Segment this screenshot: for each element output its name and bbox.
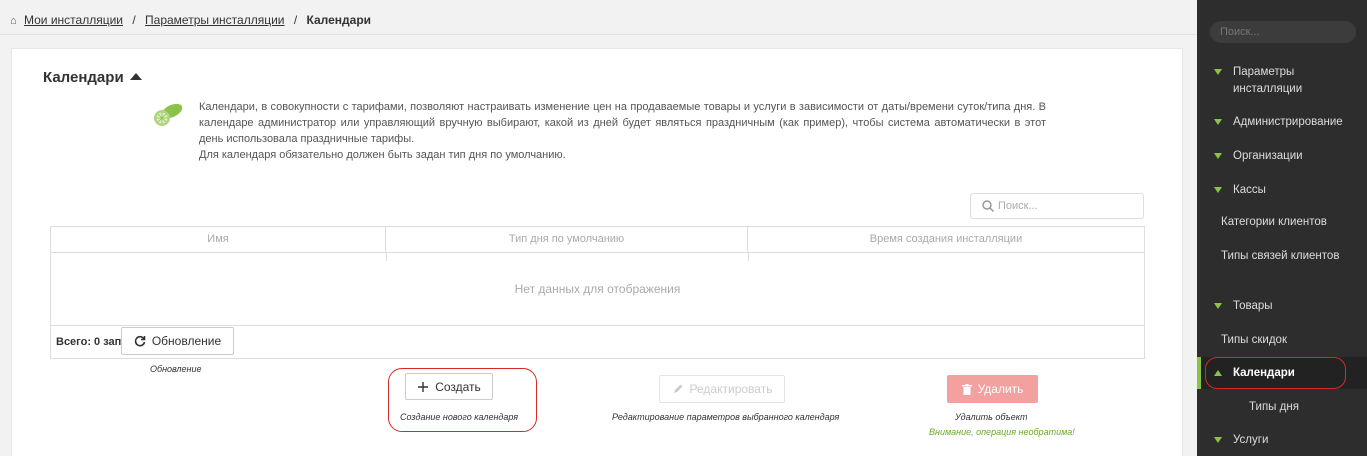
panel-title-text: Календари [43, 69, 124, 86]
chevron-down-icon [1214, 437, 1222, 443]
chevron-down-icon [1214, 187, 1222, 193]
delete-warning: Внимание, операция необратима! [929, 427, 1075, 437]
sidebar-item-client-categories[interactable]: Категории клиентов [1197, 214, 1367, 231]
sidebar-item-services[interactable]: Услуги [1197, 432, 1367, 449]
edit-button[interactable]: Редактировать [659, 375, 785, 403]
sidebar-item-label: Категории клиентов [1221, 216, 1327, 228]
sidebar-item-label: Кассы [1233, 184, 1266, 196]
description-paragraph: Календари, в совокупности с тарифами, по… [199, 101, 1046, 145]
sidebar-item-discount-types[interactable]: Типы скидок [1197, 332, 1367, 349]
sidebar-search-placeholder: Поиск... [1220, 26, 1260, 38]
create-highlight-annotation [388, 368, 537, 432]
sidebar-item-label: Типы связей клиентов [1221, 250, 1340, 262]
edit-caption: Редактирование параметров выбранного кал… [612, 412, 840, 422]
refresh-button[interactable]: Обновление [121, 327, 234, 355]
search-icon [982, 200, 995, 213]
chevron-down-icon [1214, 303, 1222, 309]
sidebar-item-installation-params[interactable]: Параметры инсталляции [1197, 64, 1367, 98]
lime-leaf-icon [154, 103, 183, 126]
description-note: Для календаря обязательно должен быть за… [199, 149, 566, 161]
sidebar-item-client-link-types[interactable]: Типы связей клиентов [1197, 248, 1367, 282]
sidebar-item-label: Типы дня [1249, 401, 1299, 413]
trash-icon [961, 383, 972, 395]
delete-caption: Удалить объект [955, 412, 1028, 422]
chevron-down-icon [1214, 69, 1222, 75]
panel-description: Календари, в совокупности с тарифами, по… [199, 99, 1046, 163]
grid-search-input[interactable]: Поиск... [970, 193, 1144, 219]
refresh-caption: Обновление [150, 364, 202, 374]
breadcrumb-my-installations[interactable]: Мои инсталляции [24, 13, 123, 27]
breadcrumb-divider [0, 34, 1197, 35]
breadcrumb-separator: / [132, 13, 136, 27]
sidebar-item-administration[interactable]: Администрирование [1197, 114, 1367, 131]
breadcrumb: ⌂ Мои инсталляции / Параметры инсталляци… [10, 13, 371, 27]
sidebar-item-label: Организации [1233, 150, 1303, 162]
breadcrumb-separator: / [293, 13, 298, 27]
refresh-icon [134, 335, 146, 347]
edit-label: Редактировать [689, 382, 773, 396]
table-header: Имя Тип дня по умолчанию Время создания … [51, 227, 1144, 253]
chevron-down-icon [1214, 153, 1222, 159]
active-indicator [1197, 357, 1201, 389]
delete-label: Удалить [977, 382, 1024, 396]
calendars-highlight-annotation [1205, 357, 1346, 389]
column-header-created-time[interactable]: Время создания инсталляции [748, 227, 1144, 252]
empty-state-text: Нет данных для отображения [514, 282, 681, 296]
sidebar-search-input[interactable]: Поиск... [1210, 21, 1356, 43]
column-header-default-day-type[interactable]: Тип дня по умолчанию [386, 227, 748, 252]
pencil-icon [673, 384, 683, 393]
sidebar-item-cash-registers[interactable]: Кассы [1197, 182, 1367, 199]
sidebar-item-label: Услуги [1233, 434, 1269, 446]
search-placeholder: Поиск... [998, 200, 1038, 212]
sidebar-item-label: Параметры инсталляции [1233, 66, 1303, 95]
sidebar-item-label: Типы скидок [1221, 334, 1287, 346]
collapse-caret-icon[interactable] [129, 73, 142, 80]
sidebar-item-label: Товары [1233, 300, 1273, 312]
breadcrumb-current: Календари [306, 13, 372, 27]
sidebar-item-label: Администрирование [1233, 116, 1343, 128]
home-icon[interactable]: ⌂ [10, 15, 17, 27]
sidebar-item-organizations[interactable]: Организации [1197, 148, 1367, 165]
panel-title[interactable]: Календари [43, 69, 142, 86]
refresh-label: Обновление [151, 334, 222, 348]
chevron-down-icon [1214, 119, 1222, 125]
breadcrumb-installation-params[interactable]: Параметры инсталляции [145, 13, 284, 27]
main-content: ⌂ Мои инсталляции / Параметры инсталляци… [0, 0, 1197, 456]
sidebar-item-products[interactable]: Товары [1197, 298, 1367, 315]
sidebar-item-day-types[interactable]: Типы дня [1197, 399, 1367, 416]
column-header-name[interactable]: Имя [51, 227, 386, 252]
delete-button[interactable]: Удалить [947, 375, 1038, 403]
